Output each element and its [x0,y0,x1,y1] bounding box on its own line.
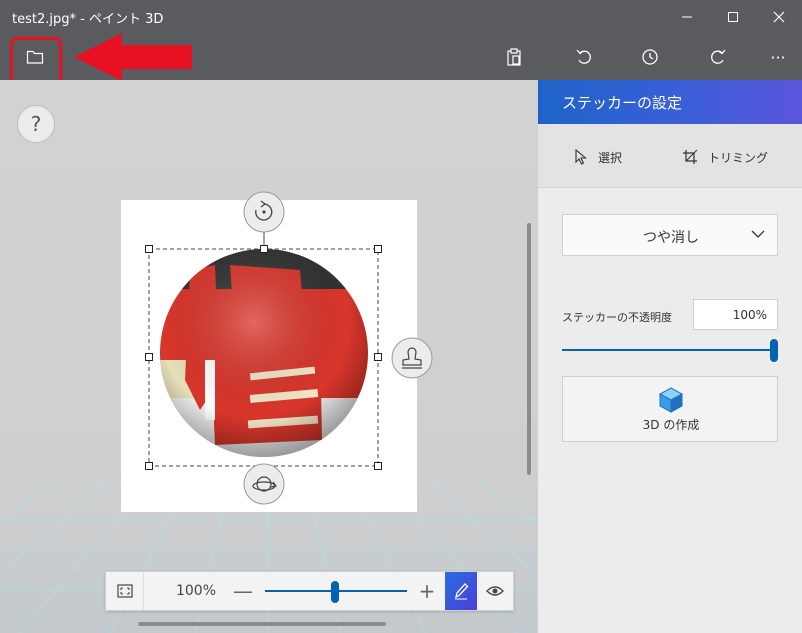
sticker-sphere[interactable] [160,249,370,459]
minimize-button[interactable] [664,0,710,34]
cube-icon [659,387,683,413]
rotate-z-handle[interactable] [243,191,285,233]
redo-icon [711,49,726,64]
canvas-area[interactable]: ? 情 [0,80,537,633]
fit-screen-icon [116,584,133,598]
zoom-percentage: 100% [175,583,217,599]
finish-dropdown[interactable]: つや消し [562,214,778,256]
selection-layer: 情 [145,191,433,505]
make-3d-button[interactable]: 3D の作成 [562,376,778,442]
maximize-button[interactable] [710,0,756,34]
rotate-y-handle[interactable] [243,463,285,505]
history-icon [642,49,658,65]
crop-icon [683,149,698,164]
undo-button[interactable] [562,34,606,80]
title-bar: test2.jpg* - ペイント 3D [0,0,802,34]
opacity-slider-thumb[interactable] [770,339,778,362]
stamp-handle[interactable] [391,337,433,379]
horizontal-scrollbar[interactable] [138,622,386,626]
more-icon: ··· [770,47,786,67]
select-tool-button[interactable]: 選択 [574,146,622,168]
crop-tool-button[interactable]: トリミング [682,146,768,168]
paste-button[interactable] [492,34,536,80]
fit-to-window-button[interactable] [106,572,144,610]
zoom-in-button[interactable]: + [416,574,438,608]
more-button[interactable]: ··· [756,34,800,80]
minus-icon: — [233,579,253,603]
zoom-slider-thumb[interactable] [331,581,339,603]
tools-row: 選択 トリミング [538,124,802,188]
select-tool-label: 選択 [598,150,623,165]
eye-icon [486,586,504,596]
red-arrow-icon [74,33,192,81]
paste-icon [507,48,521,66]
cursor-icon [575,149,588,165]
close-button[interactable] [756,0,802,34]
close-icon [773,11,785,23]
pen-icon [455,583,469,600]
undo-icon [576,49,591,64]
redo-button[interactable] [696,34,740,80]
minimize-icon [682,16,692,18]
panel-header: ステッカーの設定 [538,80,802,124]
chevron-down-icon [751,230,765,238]
opacity-slider-track[interactable] [562,349,772,351]
plus-icon: + [418,579,436,603]
pen-mode-button[interactable] [445,572,477,610]
window-title: test2.jpg* - ペイント 3D [12,12,164,27]
maximize-icon [728,12,738,22]
finish-dropdown-value: つや消し [643,230,699,246]
zoom-bar: 100% — + [105,571,514,611]
opacity-label: ステッカーの不透明度 [562,311,672,324]
history-button[interactable] [628,34,672,80]
view-mode-button[interactable] [477,572,513,610]
panel-title: ステッカーの設定 [562,94,683,112]
opacity-input[interactable]: 100% [693,299,778,330]
zoom-out-button[interactable]: — [232,574,254,608]
vertical-scrollbar[interactable] [527,223,531,475]
make-3d-label: 3D の作成 [642,418,700,432]
crop-tool-label: トリミング [708,150,769,165]
sticker-settings-panel: ステッカーの設定 選択 トリミング つや消し ステッカーの不透明度 100% 3… [537,80,802,633]
